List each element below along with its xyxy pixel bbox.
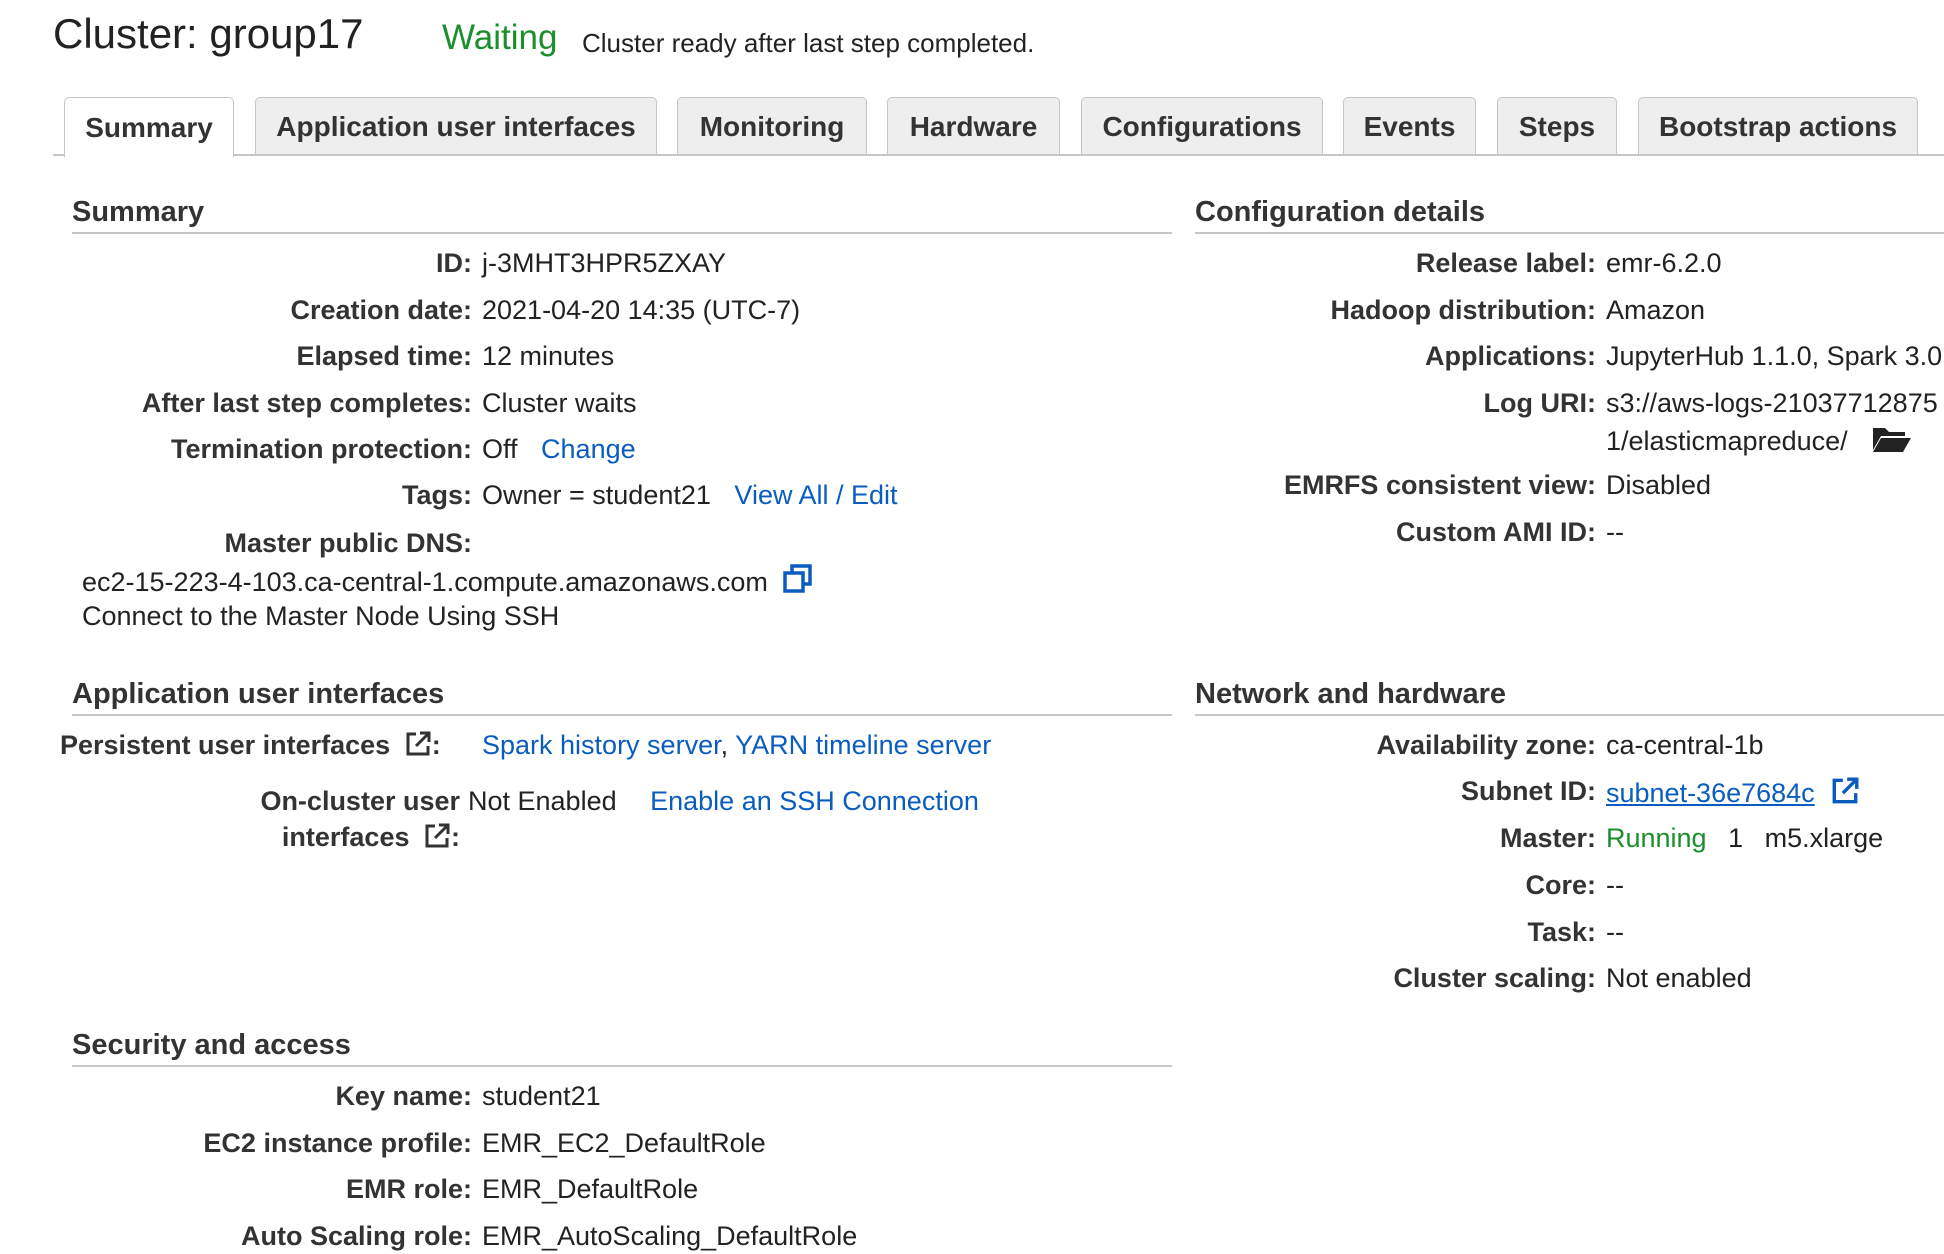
security-divider <box>72 1065 1172 1067</box>
subnet-id-label: Subnet ID: <box>1461 776 1596 806</box>
log-uri-label: Log URI: <box>1483 388 1596 418</box>
hadoop-distribution-value: Amazon <box>1606 295 1706 325</box>
on-cluster-ui-label-line1: On-cluster user <box>260 786 460 816</box>
release-label-value: emr-6.2.0 <box>1606 248 1722 278</box>
network-divider <box>1195 714 1944 716</box>
id-value: j-3MHT3HPR5ZXAY <box>482 248 727 278</box>
tab-summary[interactable]: Summary <box>64 97 234 157</box>
subnet-id-row: subnet-36e7684c <box>1606 776 1860 813</box>
cluster-status: Waiting <box>442 18 558 57</box>
emr-role-label: EMR role: <box>345 1174 472 1204</box>
master-dns-row: ec2-15-223-4-103.ca-central-1.compute.am… <box>82 564 813 601</box>
tab-bootstrap-actions[interactable]: Bootstrap actions <box>1638 97 1918 155</box>
on-cluster-ui-row: Not Enabled Enable an SSH Connection <box>468 786 979 817</box>
emr-role-value: EMR_DefaultRole <box>482 1174 699 1204</box>
cluster-scaling-value: Not enabled <box>1606 963 1752 993</box>
task-value: -- <box>1606 917 1624 947</box>
summary-heading: Summary <box>72 196 205 228</box>
emrfs-value: Disabled <box>1606 470 1712 500</box>
master-row: Running 1 m5.xlarge <box>1606 823 1883 854</box>
tab-steps[interactable]: Steps <box>1497 97 1617 155</box>
after-last-step-value: Cluster waits <box>482 388 637 418</box>
tab-application-user-interfaces[interactable]: Application user interfaces <box>255 97 657 155</box>
availability-zone-value: ca-central-1b <box>1606 730 1764 760</box>
applications-label: Applications: <box>1424 341 1596 371</box>
task-label: Task: <box>1527 917 1596 947</box>
core-label: Core: <box>1525 870 1596 900</box>
applications-value: JupyterHub 1.1.0, Spark 3.0 <box>1606 341 1943 371</box>
tab-monitoring[interactable]: Monitoring <box>677 97 867 155</box>
tab-bar-divider <box>53 154 1944 156</box>
change-termination-link[interactable]: Change <box>541 434 636 464</box>
core-value: -- <box>1606 870 1624 900</box>
master-dns-value: ec2-15-223-4-103.ca-central-1.compute.am… <box>82 567 768 597</box>
app-ui-divider <box>72 714 1172 716</box>
on-cluster-ui-value: Not Enabled <box>468 786 617 816</box>
termination-protection-label: Termination protection: <box>171 434 472 464</box>
custom-ami-value: -- <box>1606 517 1624 547</box>
connect-ssh-link[interactable]: Connect to the Master Node Using SSH <box>82 601 559 632</box>
external-link-icon <box>423 822 451 857</box>
termination-protection-value: Off <box>482 434 518 464</box>
release-label-label: Release label: <box>1415 248 1596 278</box>
creation-date-label: Creation date: <box>290 295 472 325</box>
page-title: Cluster: group17 <box>53 10 364 57</box>
copy-icon[interactable] <box>783 564 813 601</box>
tags-value: Owner = student21 <box>482 480 711 510</box>
cluster-scaling-label: Cluster scaling: <box>1393 963 1596 993</box>
view-edit-tags-link[interactable]: View All / Edit <box>734 480 897 510</box>
auto-scaling-role-label: Auto Scaling role: <box>240 1221 472 1251</box>
tab-events[interactable]: Events <box>1343 97 1476 155</box>
tab-configurations[interactable]: Configurations <box>1081 97 1323 155</box>
key-name-value: student21 <box>482 1081 601 1111</box>
on-cluster-ui-colon: : <box>451 822 460 852</box>
master-label: Master: <box>1499 823 1596 853</box>
tags-row: Owner = student21 View All / Edit <box>482 480 898 511</box>
folder-open-icon[interactable] <box>1871 424 1913 461</box>
configuration-divider <box>1195 232 1944 234</box>
id-label: ID: <box>436 248 472 278</box>
configuration-heading: Configuration details <box>1195 196 1485 228</box>
security-heading: Security and access <box>72 1029 351 1061</box>
availability-zone-label: Availability zone: <box>1376 730 1596 760</box>
on-cluster-ui-label-line2: interfaces <box>281 822 410 852</box>
ec2-instance-profile-label: EC2 instance profile: <box>203 1128 472 1158</box>
summary-divider <box>72 232 1172 234</box>
persistent-ui-colon: : <box>431 730 441 760</box>
custom-ami-label: Custom AMI ID: <box>1396 517 1596 547</box>
emrfs-label: EMRFS consistent view: <box>1283 470 1596 500</box>
tags-label: Tags: <box>401 480 472 510</box>
cluster-status-message: Cluster ready after last step completed. <box>582 28 1035 58</box>
persistent-ui-row-label: Persistent user interfaces : <box>60 730 441 765</box>
log-uri-line1: s3://aws-logs-21037712875 <box>1606 388 1938 418</box>
key-name-label: Key name: <box>335 1081 472 1111</box>
subnet-id-link[interactable]: subnet-36e7684c <box>1606 778 1815 808</box>
persistent-ui-links: Spark history server, YARN timeline serv… <box>482 730 991 761</box>
termination-protection-row: Off Change <box>482 434 636 465</box>
creation-date-value: 2021-04-20 14:35 (UTC-7) <box>482 295 801 325</box>
tab-hardware[interactable]: Hardware <box>887 97 1060 155</box>
master-status: Running <box>1606 823 1707 853</box>
master-count: 1 <box>1728 823 1744 853</box>
elapsed-time-value: 12 minutes <box>482 341 615 371</box>
spark-history-server-link[interactable]: Spark history server <box>482 730 721 760</box>
master-dns-label: Master public DNS: <box>224 528 472 558</box>
link-separator: , <box>720 730 729 760</box>
log-uri-line2: 1/elasticmapreduce/ <box>1606 426 1848 456</box>
enable-ssh-connection-link[interactable]: Enable an SSH Connection <box>650 786 979 816</box>
external-link-icon[interactable] <box>1830 776 1860 813</box>
hadoop-distribution-label: Hadoop distribution: <box>1330 295 1596 325</box>
on-cluster-ui-label-line2-row: interfaces : <box>0 822 460 857</box>
ec2-instance-profile-value: EMR_EC2_DefaultRole <box>482 1128 766 1158</box>
persistent-ui-label: Persistent user interfaces <box>60 730 391 760</box>
network-heading: Network and hardware <box>1195 678 1507 710</box>
master-instance-type: m5.xlarge <box>1764 823 1884 853</box>
log-uri-line2-row: 1/elasticmapreduce/ <box>1606 424 1913 461</box>
auto-scaling-role-value: EMR_AutoScaling_DefaultRole <box>482 1221 858 1251</box>
app-ui-heading: Application user interfaces <box>72 678 445 710</box>
yarn-timeline-server-link[interactable]: YARN timeline server <box>735 730 991 760</box>
external-link-icon <box>404 730 432 765</box>
elapsed-time-label: Elapsed time: <box>296 341 472 371</box>
after-last-step-label: After last step completes: <box>141 388 472 418</box>
